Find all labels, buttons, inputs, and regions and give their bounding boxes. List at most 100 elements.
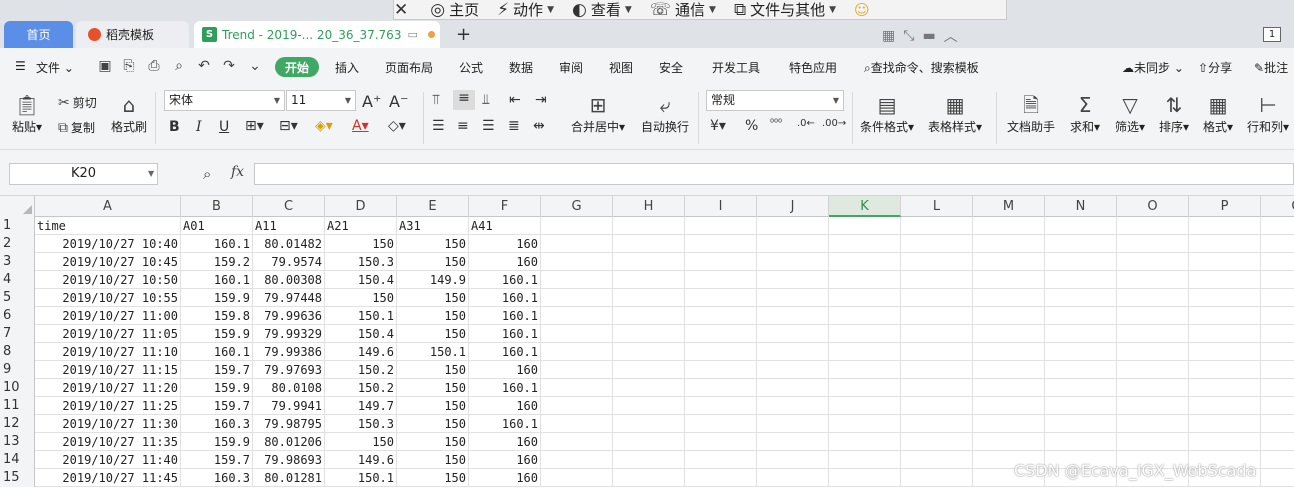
border-icon[interactable]: ⊞▾ (245, 118, 264, 134)
cell-o4[interactable] (1117, 271, 1189, 289)
customize-icon[interactable]: ⌄ (247, 58, 263, 74)
tab-security[interactable]: 安全 (659, 59, 683, 76)
cell-b11[interactable]: 159.7 (181, 397, 253, 415)
cell-q14[interactable] (1261, 451, 1294, 469)
cell-q3[interactable] (1261, 253, 1294, 271)
cell-m6[interactable] (973, 307, 1045, 325)
cell-m13[interactable] (973, 433, 1045, 451)
overlay-action[interactable]: ⚡ 动作 ▼ (497, 0, 554, 19)
cell-p8[interactable] (1189, 343, 1261, 361)
cell-k10[interactable] (829, 379, 901, 397)
cell-i5[interactable] (685, 289, 757, 307)
cell-l5[interactable] (901, 289, 973, 307)
column-header-d[interactable]: D (325, 196, 397, 217)
cell-d3[interactable]: 150.3 (325, 253, 397, 271)
column-header-o[interactable]: O (1117, 196, 1189, 217)
cell-o1[interactable] (1117, 217, 1189, 235)
cell-l15[interactable] (901, 469, 973, 487)
cell-h7[interactable] (613, 325, 685, 343)
cell-c3[interactable]: 79.9574 (253, 253, 325, 271)
cell-c11[interactable]: 79.9941 (253, 397, 325, 415)
cell-k13[interactable] (829, 433, 901, 451)
cell-n4[interactable] (1045, 271, 1117, 289)
cell-f11[interactable]: 160 (469, 397, 541, 415)
redo-icon[interactable]: ↷ (221, 58, 237, 74)
cell-d2[interactable]: 150 (325, 235, 397, 253)
cell-e4[interactable]: 149.9 (397, 271, 469, 289)
cell-j11[interactable] (757, 397, 829, 415)
justify-icon[interactable]: ≣ (508, 118, 520, 134)
tab-docer-templates[interactable]: 稻壳模板 (76, 21, 189, 48)
grid-view-icon[interactable]: ▦ (882, 28, 895, 44)
cell-n7[interactable] (1045, 325, 1117, 343)
cell-g7[interactable] (541, 325, 613, 343)
increase-font-icon[interactable]: A⁺ (362, 92, 381, 111)
cell-a10[interactable]: 2019/10/27 11:20 (35, 379, 181, 397)
cell-h13[interactable] (613, 433, 685, 451)
cell-j4[interactable] (757, 271, 829, 289)
cell-g1[interactable] (541, 217, 613, 235)
cell-j10[interactable] (757, 379, 829, 397)
cell-e14[interactable]: 150 (397, 451, 469, 469)
cell-h3[interactable] (613, 253, 685, 271)
cell-l9[interactable] (901, 361, 973, 379)
cell-k9[interactable] (829, 361, 901, 379)
cell-h8[interactable] (613, 343, 685, 361)
tab-insert[interactable]: 插入 (335, 59, 359, 76)
export-icon[interactable]: ⎘ (121, 58, 137, 74)
cell-c6[interactable]: 79.99636 (253, 307, 325, 325)
currency-icon[interactable]: ¥▾ (710, 118, 726, 134)
cell-i8[interactable] (685, 343, 757, 361)
cell-k3[interactable] (829, 253, 901, 271)
cell-g11[interactable] (541, 397, 613, 415)
cell-a13[interactable]: 2019/10/27 11:35 (35, 433, 181, 451)
cell-p12[interactable] (1189, 415, 1261, 433)
column-header-n[interactable]: N (1045, 196, 1117, 217)
cell-q9[interactable] (1261, 361, 1294, 379)
cell-c14[interactable]: 79.98693 (253, 451, 325, 469)
cell-m1[interactable] (973, 217, 1045, 235)
cell-e13[interactable]: 150 (397, 433, 469, 451)
eraser-icon[interactable]: ◇▾ (388, 118, 406, 134)
cell-d1[interactable]: A21 (325, 217, 397, 235)
cell-i3[interactable] (685, 253, 757, 271)
cell-d10[interactable]: 150.2 (325, 379, 397, 397)
cell-b7[interactable]: 159.9 (181, 325, 253, 343)
cell-q5[interactable] (1261, 289, 1294, 307)
close-button[interactable]: ✕ (394, 0, 412, 19)
cell-k11[interactable] (829, 397, 901, 415)
cell-b6[interactable]: 159.8 (181, 307, 253, 325)
cell-e8[interactable]: 150.1 (397, 343, 469, 361)
font-name-select[interactable]: 宋体 ▼ (164, 90, 285, 111)
cell-c1[interactable]: A11 (253, 217, 325, 235)
cell-k15[interactable] (829, 469, 901, 487)
overlay-comm[interactable]: ☏ 通信 ▼ (650, 0, 716, 19)
cell-o5[interactable] (1117, 289, 1189, 307)
cell-h14[interactable] (613, 451, 685, 469)
column-header-j[interactable]: J (757, 196, 829, 217)
cell-e3[interactable]: 150 (397, 253, 469, 271)
row-header[interactable]: 7 (0, 325, 35, 343)
name-box[interactable]: K20 (9, 163, 158, 185)
shrink-icon[interactable]: ⤡ (903, 28, 914, 44)
save-icon[interactable]: ▣ (97, 58, 113, 74)
cell-g13[interactable] (541, 433, 613, 451)
cell-i13[interactable] (685, 433, 757, 451)
column-header-f[interactable]: F (469, 196, 541, 217)
cell-b1[interactable]: A01 (181, 217, 253, 235)
share-button[interactable]: ⇧分享 (1198, 59, 1232, 76)
cell-a15[interactable]: 2019/10/27 11:45 (35, 469, 181, 487)
cell-l4[interactable] (901, 271, 973, 289)
cell-a7[interactable]: 2019/10/27 11:05 (35, 325, 181, 343)
fx-icon[interactable]: fx (231, 164, 244, 180)
cell-m2[interactable] (973, 235, 1045, 253)
tab-trend-file[interactable]: S Trend - 2019-... 20_36_37.763 ▭ (194, 21, 440, 48)
cell-o8[interactable] (1117, 343, 1189, 361)
cell-i10[interactable] (685, 379, 757, 397)
cell-i6[interactable] (685, 307, 757, 325)
cell-o10[interactable] (1117, 379, 1189, 397)
sum-button[interactable]: Σ 求和▾ (1070, 92, 1100, 135)
cell-f4[interactable]: 160.1 (469, 271, 541, 289)
row-header[interactable]: 2 (0, 235, 35, 253)
tab-view[interactable]: 视图 (609, 59, 633, 76)
